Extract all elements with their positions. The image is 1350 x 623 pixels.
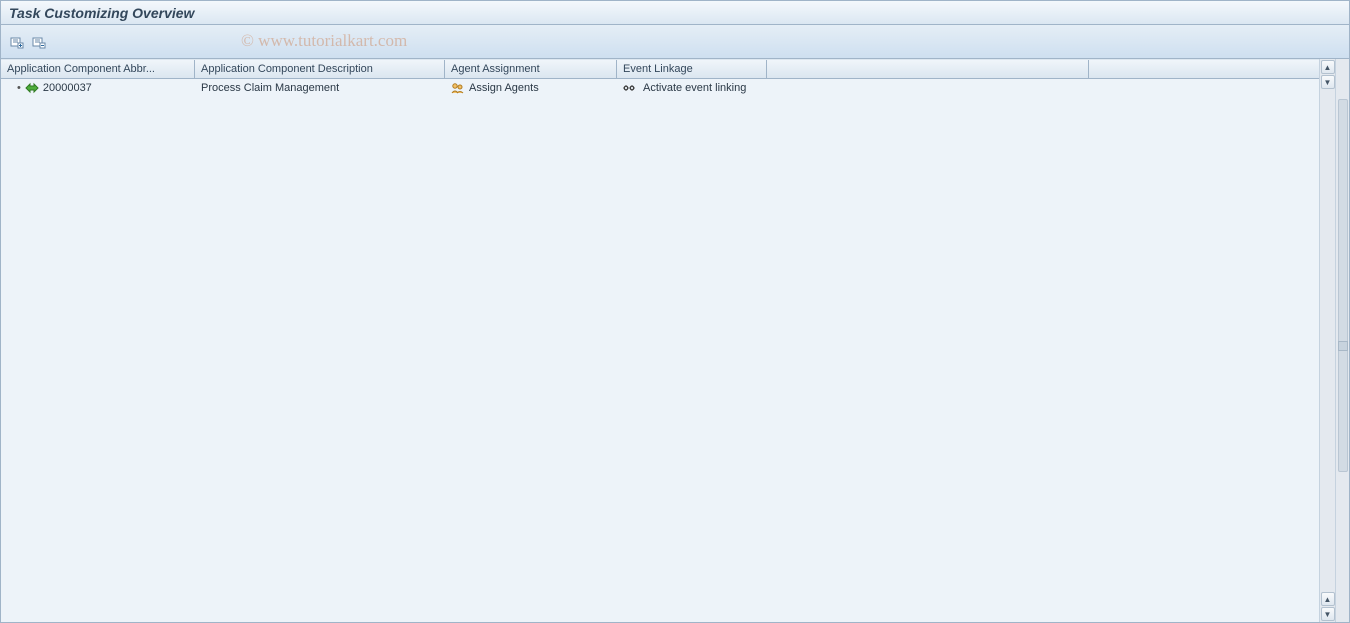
expand-all-icon [10,35,24,49]
cell-abbr-text: 20000037 [43,82,92,94]
column-header-empty [767,60,1089,78]
column-header-abbr[interactable]: Application Component Abbr... [1,60,195,78]
cell-abbr: • 20000037 [1,81,195,95]
cell-agent[interactable]: Assign Agents [445,81,617,95]
scroll-down-button-bottom[interactable]: ▼ [1321,607,1335,621]
column-header-desc[interactable]: Application Component Description [195,60,445,78]
cell-event[interactable]: Activate event linking [617,81,917,95]
scroll-down-button[interactable]: ▼ [1321,75,1335,89]
expand-all-button[interactable] [7,32,27,52]
grid-header: Application Component Abbr... Applicatio… [1,59,1319,79]
table-area: Application Component Abbr... Applicatio… [1,59,1319,622]
scrollbar-track[interactable] [1338,99,1348,472]
scrollbar-thumb[interactable] [1338,341,1348,351]
content-area: Application Component Abbr... Applicatio… [1,59,1349,622]
table-row[interactable]: • 20000037 Process Claim Management [1,79,1319,97]
event-linking-icon [623,83,639,93]
title-bar: Task Customizing Overview [1,1,1349,25]
app-window: Task Customizing Overview © www.tutorial… [0,0,1350,623]
toolbar: © www.tutorialkart.com [1,25,1349,59]
page-title: Task Customizing Overview [9,5,194,21]
cell-event-text: Activate event linking [643,82,746,94]
watermark-text: © www.tutorialkart.com [241,31,407,51]
column-header-event[interactable]: Event Linkage [617,60,767,78]
scroll-up-button[interactable]: ▲ [1321,60,1335,74]
inner-vertical-scrollbar[interactable]: ▲ ▼ ▲ ▼ [1319,59,1335,622]
assign-agents-icon [451,82,465,94]
tree-leaf-bullet: • [17,82,21,94]
collapse-all-icon [32,35,46,49]
cell-agent-text: Assign Agents [469,82,539,94]
scroll-up-button-bottom[interactable]: ▲ [1321,592,1335,606]
grid-body: • 20000037 Process Claim Management [1,79,1319,622]
collapse-all-button[interactable] [29,32,49,52]
cell-desc: Process Claim Management [195,81,445,95]
component-hierarchy-icon [25,82,39,94]
outer-vertical-scrollbar[interactable] [1335,59,1349,622]
column-header-agent[interactable]: Agent Assignment [445,60,617,78]
